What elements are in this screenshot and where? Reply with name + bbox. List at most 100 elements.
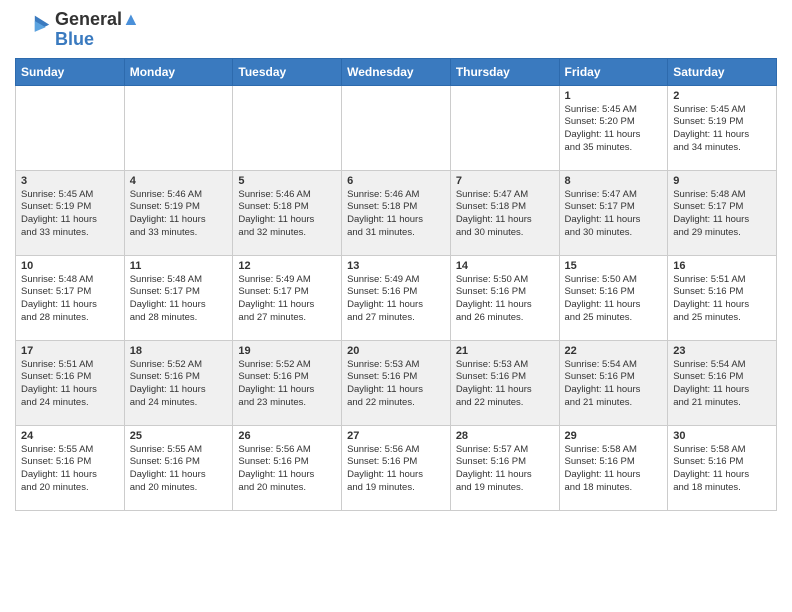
day-number: 21: [456, 345, 554, 357]
calendar-cell: 16Sunrise: 5:51 AM Sunset: 5:16 PM Dayli…: [668, 255, 777, 340]
day-number: 14: [456, 260, 554, 272]
header-row: SundayMondayTuesdayWednesdayThursdayFrid…: [16, 58, 777, 85]
day-header: Tuesday: [233, 58, 342, 85]
calendar-week-row: 3 Sunrise: 5:45 AM Sunset: 5:19 PM Daylig…: [16, 170, 777, 255]
day-number: 3: [21, 175, 119, 187]
day-number: 25: [130, 430, 228, 442]
day-number: 28: [456, 430, 554, 442]
day-number: 18: [130, 345, 228, 357]
calendar-cell: [16, 85, 125, 170]
day-info: Sunrise: 5:54 AM Sunset: 5:16 PM Dayligh…: [565, 359, 663, 410]
day-header: Monday: [124, 58, 233, 85]
calendar-cell: 17Sunrise: 5:51 AM Sunset: 5:16 PM Dayli…: [16, 340, 125, 425]
day-info: Sunrise: 5:45 AM Sunset: 5:20 PM Dayligh…: [565, 104, 663, 155]
calendar-cell: 6 Sunrise: 5:46 AM Sunset: 5:18 PM Daylig…: [342, 170, 451, 255]
day-number: 17: [21, 345, 119, 357]
day-number: 26: [238, 430, 336, 442]
day-number: 29: [565, 430, 663, 442]
calendar-cell: 14 Sunrise: 5:50 AM Sunset: 5:16 PM Dayli…: [450, 255, 559, 340]
day-number: 30: [673, 430, 771, 442]
calendar-cell: 8Sunrise: 5:47 AM Sunset: 5:17 PM Daylig…: [559, 170, 668, 255]
day-info: Sunrise: 5:46 AM Sunset: 5:18 PM Dayligh…: [347, 189, 445, 240]
logo-text: General▲ Blue: [55, 10, 140, 50]
calendar-cell: 5Sunrise: 5:46 AM Sunset: 5:18 PM Daylig…: [233, 170, 342, 255]
calendar-cell: 25 Sunrise: 5:55 AM Sunset: 5:16 PM Dayli…: [124, 425, 233, 510]
day-number: 10: [21, 260, 119, 272]
calendar-cell: 28 Sunrise: 5:57 AM Sunset: 5:16 PM Dayli…: [450, 425, 559, 510]
calendar-cell: 4 Sunrise: 5:46 AM Sunset: 5:19 PM Daylig…: [124, 170, 233, 255]
day-info: Sunrise: 5:45 AM Sunset: 5:19 PM Dayligh…: [21, 189, 119, 240]
day-info: Sunrise: 5:52 AM Sunset: 5:16 PM Dayligh…: [238, 359, 336, 410]
calendar-cell: 30Sunrise: 5:58 AM Sunset: 5:16 PM Dayli…: [668, 425, 777, 510]
calendar-cell: 10 Sunrise: 5:48 AM Sunset: 5:17 PM Dayli…: [16, 255, 125, 340]
day-number: 7: [456, 175, 554, 187]
day-info: Sunrise: 5:50 AM Sunset: 5:16 PM Dayligh…: [456, 274, 554, 325]
calendar-week-row: 10 Sunrise: 5:48 AM Sunset: 5:17 PM Dayli…: [16, 255, 777, 340]
day-info: Sunrise: 5:54 AM Sunset: 5:16 PM Dayligh…: [673, 359, 771, 410]
calendar-cell: 3 Sunrise: 5:45 AM Sunset: 5:19 PM Daylig…: [16, 170, 125, 255]
day-info: Sunrise: 5:58 AM Sunset: 5:16 PM Dayligh…: [565, 444, 663, 495]
day-number: 1: [565, 90, 663, 102]
day-number: 16: [673, 260, 771, 272]
day-number: 12: [238, 260, 336, 272]
day-number: 8: [565, 175, 663, 187]
day-number: 4: [130, 175, 228, 187]
calendar-cell: 29 Sunrise: 5:58 AM Sunset: 5:16 PM Dayli…: [559, 425, 668, 510]
calendar-cell: 12 Sunrise: 5:49 AM Sunset: 5:17 PM Dayli…: [233, 255, 342, 340]
day-number: 19: [238, 345, 336, 357]
calendar-cell: 24Sunrise: 5:55 AM Sunset: 5:16 PM Dayli…: [16, 425, 125, 510]
day-info: Sunrise: 5:56 AM Sunset: 5:16 PM Dayligh…: [347, 444, 445, 495]
calendar-cell: [124, 85, 233, 170]
calendar-cell: [450, 85, 559, 170]
calendar-cell: 20 Sunrise: 5:53 AM Sunset: 5:16 PM Dayli…: [342, 340, 451, 425]
calendar-cell: 23 Sunrise: 5:54 AM Sunset: 5:16 PM Dayli…: [668, 340, 777, 425]
calendar-table: SundayMondayTuesdayWednesdayThursdayFrid…: [15, 58, 777, 511]
calendar-cell: 19 Sunrise: 5:52 AM Sunset: 5:16 PM Dayli…: [233, 340, 342, 425]
day-info: Sunrise: 5:56 AM Sunset: 5:16 PM Dayligh…: [238, 444, 336, 495]
day-info: Sunrise: 5:50 AM Sunset: 5:16 PM Dayligh…: [565, 274, 663, 325]
calendar-cell: 11Sunrise: 5:48 AM Sunset: 5:17 PM Dayli…: [124, 255, 233, 340]
calendar-cell: 9 Sunrise: 5:48 AM Sunset: 5:17 PM Daylig…: [668, 170, 777, 255]
day-header: Friday: [559, 58, 668, 85]
calendar-cell: 18 Sunrise: 5:52 AM Sunset: 5:16 PM Dayli…: [124, 340, 233, 425]
calendar-cell: 2 Sunrise: 5:45 AM Sunset: 5:19 PM Daylig…: [668, 85, 777, 170]
calendar-week-row: 17Sunrise: 5:51 AM Sunset: 5:16 PM Dayli…: [16, 340, 777, 425]
day-info: Sunrise: 5:49 AM Sunset: 5:17 PM Dayligh…: [238, 274, 336, 325]
day-info: Sunrise: 5:55 AM Sunset: 5:16 PM Dayligh…: [130, 444, 228, 495]
day-header: Thursday: [450, 58, 559, 85]
calendar-cell: 27 Sunrise: 5:56 AM Sunset: 5:16 PM Dayli…: [342, 425, 451, 510]
day-number: 6: [347, 175, 445, 187]
calendar-cell: 26 Sunrise: 5:56 AM Sunset: 5:16 PM Dayli…: [233, 425, 342, 510]
calendar-cell: [342, 85, 451, 170]
day-info: Sunrise: 5:47 AM Sunset: 5:18 PM Dayligh…: [456, 189, 554, 240]
day-info: Sunrise: 5:46 AM Sunset: 5:19 PM Dayligh…: [130, 189, 228, 240]
day-info: Sunrise: 5:45 AM Sunset: 5:19 PM Dayligh…: [673, 104, 771, 155]
day-number: 11: [130, 260, 228, 272]
calendar-week-row: 1 Sunrise: 5:45 AM Sunset: 5:20 PM Daylig…: [16, 85, 777, 170]
calendar-cell: 1 Sunrise: 5:45 AM Sunset: 5:20 PM Daylig…: [559, 85, 668, 170]
calendar-week-row: 24Sunrise: 5:55 AM Sunset: 5:16 PM Dayli…: [16, 425, 777, 510]
day-info: Sunrise: 5:48 AM Sunset: 5:17 PM Dayligh…: [21, 274, 119, 325]
day-info: Sunrise: 5:49 AM Sunset: 5:16 PM Dayligh…: [347, 274, 445, 325]
calendar-cell: 15Sunrise: 5:50 AM Sunset: 5:16 PM Dayli…: [559, 255, 668, 340]
calendar-cell: 21Sunrise: 5:53 AM Sunset: 5:16 PM Dayli…: [450, 340, 559, 425]
day-number: 22: [565, 345, 663, 357]
day-info: Sunrise: 5:57 AM Sunset: 5:16 PM Dayligh…: [456, 444, 554, 495]
calendar-cell: 7 Sunrise: 5:47 AM Sunset: 5:18 PM Daylig…: [450, 170, 559, 255]
day-info: Sunrise: 5:52 AM Sunset: 5:16 PM Dayligh…: [130, 359, 228, 410]
day-number: 20: [347, 345, 445, 357]
day-number: 27: [347, 430, 445, 442]
page: General▲ Blue SundayMondayTuesdayWednesd…: [0, 0, 792, 526]
day-number: 23: [673, 345, 771, 357]
day-info: Sunrise: 5:55 AM Sunset: 5:16 PM Dayligh…: [21, 444, 119, 495]
calendar-cell: [233, 85, 342, 170]
day-info: Sunrise: 5:48 AM Sunset: 5:17 PM Dayligh…: [673, 189, 771, 240]
logo-icon: [15, 12, 51, 48]
day-number: 9: [673, 175, 771, 187]
day-info: Sunrise: 5:46 AM Sunset: 5:18 PM Dayligh…: [238, 189, 336, 240]
day-header: Saturday: [668, 58, 777, 85]
day-info: Sunrise: 5:53 AM Sunset: 5:16 PM Dayligh…: [347, 359, 445, 410]
day-number: 2: [673, 90, 771, 102]
calendar-cell: 13Sunrise: 5:49 AM Sunset: 5:16 PM Dayli…: [342, 255, 451, 340]
logo: General▲ Blue: [15, 10, 140, 50]
